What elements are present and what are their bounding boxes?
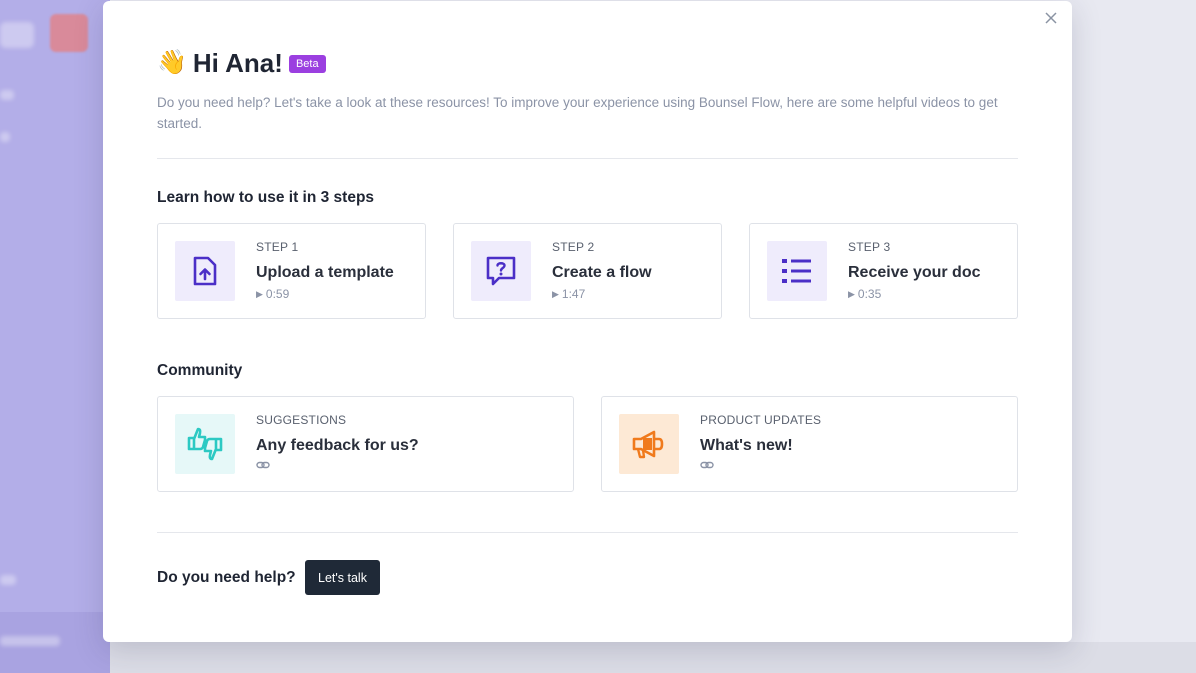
product-updates-card[interactable]: PRODUCT UPDATES What's new!: [601, 396, 1018, 492]
community-section-title: Community: [157, 362, 243, 379]
waving-hand-icon: 👋: [157, 49, 187, 76]
play-icon: ▶: [256, 288, 263, 299]
beta-badge: Beta: [288, 55, 326, 73]
list-icon: [767, 241, 827, 301]
card-title: What's new!: [700, 437, 793, 454]
divider: [157, 532, 1018, 533]
modal-title: Hi Ana!: [192, 48, 283, 78]
thumbs-feedback-icon: [175, 414, 235, 474]
card-category: SUGGESTIONS: [256, 413, 347, 427]
duration-text: 0:35: [857, 287, 882, 301]
video-duration: ▶ 0:35: [848, 287, 881, 301]
background-logo: [0, 22, 34, 48]
step-card-3[interactable]: STEP 3 Receive your doc ▶ 0:35: [749, 223, 1018, 319]
close-icon[interactable]: [1042, 11, 1060, 29]
upload-file-icon: [175, 241, 235, 301]
background-sidebar: [0, 0, 110, 673]
card-title: Any feedback for us?: [256, 437, 419, 454]
intro-text: Do you need help? Let's take a look at t…: [157, 95, 998, 131]
background-nav-line: [0, 90, 14, 100]
play-icon: ▶: [848, 288, 855, 299]
question-chat-icon: [471, 241, 531, 301]
link-icon: [700, 460, 714, 470]
step-number: STEP 1: [256, 240, 299, 254]
duration-text: 0:59: [265, 287, 290, 301]
step-number: STEP 2: [552, 240, 595, 254]
step-title: Create a flow: [552, 264, 652, 281]
help-prompt: Do you need help?: [157, 569, 296, 586]
step-title: Upload a template: [256, 264, 394, 281]
step-number: STEP 3: [848, 240, 891, 254]
help-modal: 👋 Hi Ana! Beta Do you need help? Let's t…: [103, 1, 1072, 642]
lets-talk-button[interactable]: Let's talk: [305, 560, 380, 595]
background-nav-line: [0, 575, 16, 585]
step-card-1[interactable]: STEP 1 Upload a template ▶ 0:59: [157, 223, 426, 319]
step-card-2[interactable]: STEP 2 Create a flow ▶ 1:47: [453, 223, 722, 319]
background-button: [50, 14, 88, 52]
modal-header: 👋 Hi Ana! Beta: [157, 47, 326, 79]
video-duration: ▶ 1:47: [552, 287, 585, 301]
learn-section-title: Learn how to use it in 3 steps: [157, 189, 375, 206]
play-icon: ▶: [552, 288, 559, 299]
video-duration: ▶ 0:59: [256, 287, 289, 301]
background-sidebar-footer: [0, 612, 110, 673]
background-nav-line: [0, 636, 60, 646]
divider: [157, 158, 1018, 159]
background-nav-line: [0, 132, 10, 142]
link-icon: [256, 460, 270, 470]
background-strip: [110, 642, 1196, 673]
card-category: PRODUCT UPDATES: [700, 413, 822, 427]
step-title: Receive your doc: [848, 264, 981, 281]
megaphone-icon: [619, 414, 679, 474]
duration-text: 1:47: [561, 287, 586, 301]
suggestions-card[interactable]: SUGGESTIONS Any feedback for us?: [157, 396, 574, 492]
